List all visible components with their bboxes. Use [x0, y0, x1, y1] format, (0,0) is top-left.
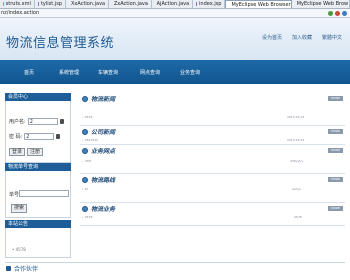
password-input[interactable]: 2: [24, 133, 55, 140]
list-item[interactable]: • 4578: [82, 215, 92, 219]
go-icon[interactable]: [328, 10, 333, 16]
traditional-chinese-link[interactable]: 繁體中文: [322, 34, 342, 41]
more-button[interactable]: MORE: [328, 96, 343, 101]
site-logo: 物流信息管理系统: [6, 36, 115, 51]
logistics-routes-section: 物流路线 MORE • 67 rtutyu: [80, 174, 345, 203]
list-item[interactable]: • 2543535: [82, 138, 98, 142]
business-icon: [82, 205, 88, 212]
outlet-icon: [82, 147, 88, 154]
username-input[interactable]: 2: [27, 118, 58, 125]
add-favorite-link[interactable]: 加入收藏: [292, 34, 312, 41]
more-button[interactable]: MORE: [328, 177, 343, 182]
list-item-date: 2013-03-23: [287, 115, 305, 119]
xml-file-icon: [3, 2, 4, 6]
main-nav: 首页 系统管理 车辆查询 网点查询 业务查询: [0, 60, 350, 84]
section-title: 业务网点: [91, 148, 116, 155]
partners-heading: 合作伙伴: [6, 264, 38, 273]
section-title: 物流路线: [91, 177, 116, 184]
nav-home[interactable]: 首页: [24, 69, 34, 76]
partners-icon: [6, 266, 11, 271]
logistics-business-section: 物流业务 MORE • 4578 4578: [80, 203, 345, 226]
nav-system[interactable]: 系统管理: [59, 69, 79, 76]
stop-icon[interactable]: [335, 10, 340, 16]
nav-vehicle[interactable]: 车辆查询: [98, 69, 118, 76]
username-label: 用户名:: [9, 119, 26, 125]
section-title: 物流业务: [91, 206, 116, 213]
nav-network[interactable]: 网点查询: [140, 69, 160, 76]
logistics-news-section: 物流新闻 MORE • 4578 2013-03-23: [80, 93, 345, 126]
tab-ajaction-java[interactable]: AjAction.java: [152, 0, 194, 8]
list-item[interactable]: • 67: [82, 187, 89, 191]
url-field[interactable]: nz/index.action: [0, 10, 328, 16]
business-outlets-section: 业务网点 MORE • dfdf 436yytry: [80, 145, 345, 174]
top-links: 设为首页 加入收藏 繁體中文: [262, 34, 342, 41]
tracking-title: 物流单号查询: [5, 163, 71, 171]
browser-address-bar: nz/index.action: [0, 9, 350, 18]
news-icon: [82, 95, 88, 102]
tab-struts-xml[interactable]: struts.xml: [0, 0, 35, 8]
member-center-box: 会员中心 用户名: 2 密 码: 2 登录 注册: [5, 93, 71, 163]
register-button[interactable]: 注册: [27, 148, 44, 156]
list-item[interactable]: • dfdf: [82, 159, 91, 163]
refresh-icon[interactable]: [342, 10, 347, 16]
nav-business[interactable]: 业务查询: [180, 69, 200, 76]
member-center-title: 会员中心: [5, 93, 71, 101]
company-news-section: 公司新闻 MORE • 2543535 2013-03-23: [80, 126, 345, 145]
tab-zxaction-java[interactable]: ZxAction.java: [109, 0, 152, 8]
login-button[interactable]: 登录: [9, 148, 26, 156]
divider: [5, 262, 345, 263]
password-label: 密 码:: [9, 134, 23, 140]
set-homepage-link[interactable]: 设为首页: [262, 34, 282, 41]
more-button[interactable]: MORE: [328, 129, 343, 134]
more-button[interactable]: MORE: [328, 148, 343, 153]
tab-tylist-jsp[interactable]: tylist.jsp: [35, 0, 66, 8]
news-icon: [82, 128, 88, 135]
section-title: 物流新闻: [91, 96, 116, 103]
tab-web-browser[interactable]: MyEclipse Web Brow: [292, 0, 350, 8]
jsp-file-icon: [196, 2, 198, 6]
notice-title: 本站公告: [5, 220, 71, 228]
tab-web-browser-active[interactable]: MyEclipse Web Browser: [225, 0, 292, 8]
list-item[interactable]: • 4578: [82, 115, 92, 119]
tracking-number-input[interactable]: [19, 190, 69, 197]
route-icon: [82, 176, 88, 183]
list-item-detail: 4578: [294, 215, 302, 219]
site-header: 物流信息管理系统 设为首页 加入收藏 繁體中文: [0, 18, 350, 60]
list-item-detail: rtutyu: [292, 187, 302, 191]
tracking-box: 物流单号查询 单号: 搜索: [5, 163, 71, 218]
more-button[interactable]: MORE: [328, 206, 343, 211]
tab-xxaction-java[interactable]: XxAction.java: [66, 0, 109, 8]
editor-tab-bar: struts.xml tylist.jsp XxAction.java ZxAc…: [0, 0, 350, 9]
lock-icon: [56, 134, 61, 139]
list-item-detail: 436yytry: [290, 159, 304, 163]
user-icon: [59, 119, 64, 124]
main-content: 物流新闻 MORE • 4578 2013-03-23 公司新闻 MORE • …: [80, 93, 345, 226]
jsp-file-icon: [37, 2, 39, 6]
notice-item[interactable]: • 4578: [12, 247, 26, 252]
notice-box: 本站公告 • 4578: [5, 220, 71, 258]
section-title: 公司新闻: [91, 129, 116, 136]
list-item-date: 2013-03-23: [287, 138, 305, 142]
search-button[interactable]: 搜索: [11, 204, 28, 213]
tab-index-jsp[interactable]: index.jsp: [193, 0, 226, 8]
